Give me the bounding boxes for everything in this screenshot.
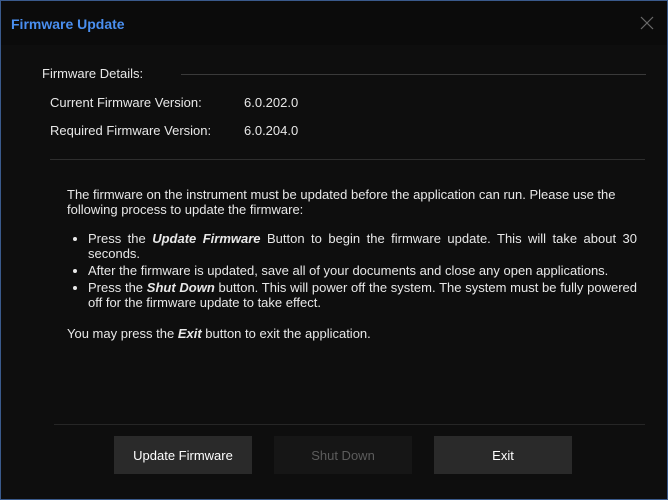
exit-text: You may press the [67,326,178,341]
shut-down-button[interactable]: Shut Down [274,436,412,474]
step-keyword: Update Firmware [152,231,261,246]
step-shut-down: Press the Shut Down button. This will po… [88,280,637,310]
current-version-row: Current Firmware Version: 6.0.202.0 [50,95,298,110]
instructions-intro: The firmware on the instrument must be u… [67,187,616,217]
instructions-text: The firmware on the instrument must be u… [67,187,637,341]
current-version-label: Current Firmware Version: [50,95,202,110]
required-version-value: 6.0.204.0 [244,123,299,138]
details-divider [50,159,645,160]
step-keyword: Shut Down [146,280,215,295]
step-text: Press the [88,280,147,295]
firmware-update-dialog: Firmware Update Firmware Details: Curren… [0,0,668,500]
exit-text: button to exit the application. [201,326,371,341]
dialog-title: Firmware Update [11,16,125,32]
close-icon[interactable] [639,15,655,31]
instructions-steps: Press the Update Firmware Button to begi… [67,231,637,310]
firmware-details-heading: Firmware Details: [42,66,144,81]
title-bar: Firmware Update [1,1,667,45]
exit-keyword: Exit [177,326,202,341]
exit-button[interactable]: Exit [434,436,572,474]
button-divider [54,424,645,425]
step-text: Press the [88,231,153,246]
step-update-firmware: Press the Update Firmware Button to begi… [88,231,637,261]
step-save-documents: After the firmware is updated, save all … [88,263,637,278]
required-version-row: Required Firmware Version: 6.0.204.0 [50,123,298,138]
update-firmware-button[interactable]: Update Firmware [114,436,252,474]
exit-instruction: You may press the Exit button to exit th… [67,326,637,341]
section-divider [181,74,646,75]
required-version-label: Required Firmware Version: [50,123,212,138]
current-version-value: 6.0.202.0 [244,95,299,110]
